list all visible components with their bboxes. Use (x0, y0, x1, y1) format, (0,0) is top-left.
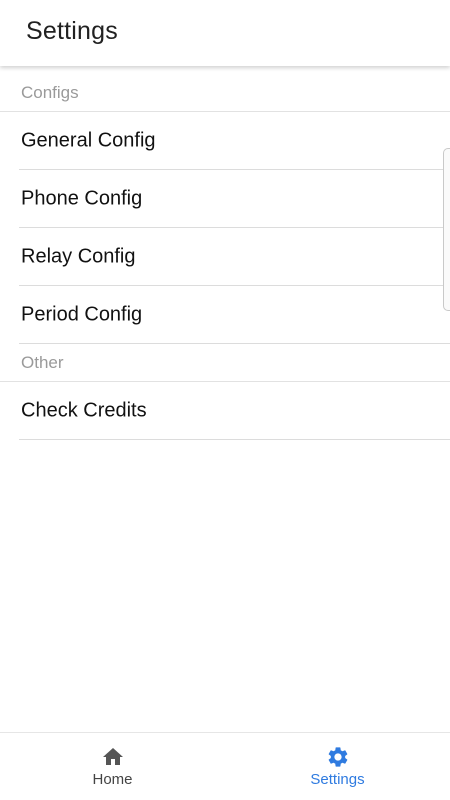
section-header-label: Configs (21, 83, 79, 102)
app-bar: Settings (0, 0, 450, 66)
settings-list[interactable]: Configs General Config Phone Config Rela… (0, 66, 450, 732)
page-title: Settings (26, 17, 118, 45)
settings-item-period-config[interactable]: Period Config (19, 286, 450, 344)
settings-item-phone-config[interactable]: Phone Config (19, 170, 450, 228)
settings-item-general-config[interactable]: General Config (19, 112, 450, 170)
settings-item-check-credits[interactable]: Check Credits (19, 382, 450, 440)
settings-item-label: Phone Config (21, 187, 143, 209)
settings-item-label: Check Credits (21, 399, 147, 421)
settings-item-label: Period Config (21, 303, 143, 325)
nav-item-settings[interactable]: Settings (225, 733, 450, 800)
section-header-other: Other (0, 344, 450, 382)
settings-item-label: Relay Config (21, 245, 136, 267)
gear-icon (328, 747, 347, 767)
settings-item-relay-config[interactable]: Relay Config (19, 228, 450, 286)
section-header-label: Other (21, 353, 64, 372)
nav-item-label: Settings (310, 771, 365, 788)
home-icon (102, 748, 123, 765)
nav-item-label: Home (92, 771, 133, 788)
settings-screen: Settings Configs General Config Phone Co… (0, 0, 450, 800)
scrollbar-thumb[interactable] (443, 148, 450, 311)
nav-item-home[interactable]: Home (0, 733, 225, 800)
bottom-navigation: Home Settings (0, 732, 450, 800)
section-header-configs: Configs (0, 66, 450, 112)
settings-item-label: General Config (21, 129, 156, 151)
